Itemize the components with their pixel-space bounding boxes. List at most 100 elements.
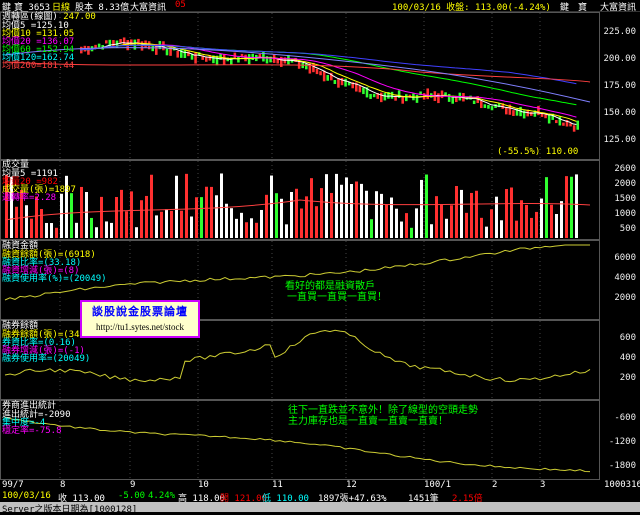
candle-103 [447,93,451,102]
candle-115 [490,106,494,111]
inst-tick-2: -1800 [608,461,636,471]
volume-bar-24 [125,211,128,238]
volume-bar-65 [330,192,333,238]
price-tick-4: 125.00 [603,135,636,145]
inst-axis: -600 -1200 -1800 [600,400,640,480]
candle-110 [472,100,476,105]
candle-48 [251,53,254,61]
candle-74 [344,78,347,87]
volume-bar-29 [150,174,153,238]
volume-bar-73 [370,219,373,238]
server-version-text: Server之版本日期為[1000128] [2,505,138,515]
margin-tick-0: 6000 [614,253,636,263]
volume-bar-114 [575,174,578,238]
forum-url[interactable]: http://tu1.sytes.net/stock [82,322,198,332]
short-label-3: 融券使用率=(20049) [2,354,91,364]
volume-bar-26 [135,227,138,238]
volume-bar-2 [15,206,18,238]
volume-bar-91 [460,189,463,238]
candle-121 [512,110,515,117]
volume-bar-112 [565,176,568,238]
candle-7 [105,40,108,44]
price-tick-0: 225.00 [603,27,636,37]
x-tick-6: 100/1 [424,480,452,490]
x-axis-right: 1000316 [604,480,640,490]
volume-bar-19 [100,196,103,238]
candle-2 [87,46,90,55]
volume-bar-43 [220,173,223,238]
volume-bar-61 [310,178,313,238]
volume-tick-2: 1500 [614,194,636,204]
candle-47 [247,54,251,65]
candle-35 [205,56,208,62]
candle-114 [487,105,490,109]
volume-bar-57 [290,191,293,238]
volume-bar-85 [430,224,433,238]
volume-bar-99 [500,220,503,238]
volume-bar-64 [325,174,328,238]
volume-bar-58 [295,188,298,238]
volume-bar-68 [345,177,348,238]
volume-bar-21 [110,222,113,238]
x-tick-5: 12 [346,480,357,490]
candle-81 [369,93,372,99]
candle-119 [505,107,508,115]
volume-bar-76 [385,204,388,238]
volume-bar-70 [355,181,358,238]
volume-bar-30 [155,215,158,238]
candle-79 [362,87,365,95]
status-pct: 4.24% [148,491,176,501]
status-change: -5.00 [118,491,146,501]
candle-87 [390,91,394,99]
margin-tick-1: 4000 [614,273,636,283]
margin-tick-2: 2000 [614,293,636,303]
margin-note-2: 一直買一直買一直買！ [287,292,387,303]
candle-137 [569,123,572,127]
inst-note-1: 往下一直跌並不意外！除了線型的空頭走勢 [288,405,478,416]
inst-tick-1: -1200 [608,437,636,447]
volume-bar-102 [515,220,518,238]
volume-bar-80 [405,213,408,238]
volume-bar-67 [340,184,343,238]
short-axis: 600 400 200 [600,320,640,400]
x-tick-1: 8 [60,480,66,490]
short-tick-0: 600 [619,333,636,343]
candle-112 [480,100,483,109]
volume-bar-10 [55,227,58,238]
volume-bar-60 [305,196,308,238]
x-tick-2: 9 [130,480,136,490]
volume-bar-113 [570,176,573,238]
volume-bar-56 [285,224,288,238]
volume-bar-17 [90,217,93,238]
volume-bar-87 [440,204,443,238]
candle-66 [315,68,319,75]
volume-bar-108 [545,177,548,238]
price-axis: 225.00 200.00 175.00 150.00 125.00 [600,12,640,160]
forum-watermark[interactable]: 談股說金股票論壇 http://tu1.sytes.net/stock [80,300,200,338]
candle-72 [337,78,340,88]
volume-bar-105 [530,217,533,238]
volume-bar-36 [185,173,188,238]
volume-bar-75 [380,193,383,238]
volume-bar-110 [555,214,558,238]
candle-138 [572,125,576,132]
volume-bar-13 [70,193,73,238]
volume-bar-52 [265,194,268,238]
margin-label-3: 融資使用率(%)=(20049) [2,274,107,284]
volume-bar-94 [475,190,478,238]
volume-tick-1: 2000 [614,179,636,189]
volume-bar-40 [205,186,208,238]
candle-133 [555,120,558,124]
candle-24 [165,48,169,56]
volume-bar-35 [180,210,183,238]
volume-bar-111 [560,201,563,238]
volume-tick-0: 2600 [614,164,636,174]
ma-line-long [4,47,591,103]
volume-bar-49 [250,218,253,238]
price-tick-2: 175.00 [603,81,636,91]
volume-bar-34 [175,175,178,238]
candle-68 [322,70,326,82]
volume-bar-95 [480,217,483,238]
candle-84 [380,92,383,103]
volume-bar-104 [525,204,528,238]
